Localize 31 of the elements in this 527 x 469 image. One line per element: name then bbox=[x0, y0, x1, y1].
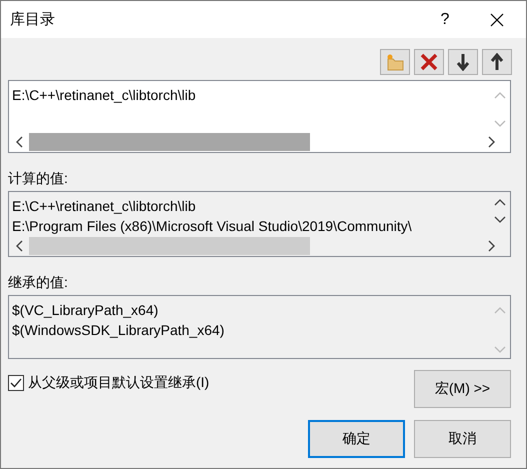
scroll-left-icon[interactable] bbox=[15, 240, 23, 252]
close-icon bbox=[490, 12, 504, 26]
scrollbar-thumb[interactable] bbox=[29, 133, 310, 151]
scroll-left-icon[interactable] bbox=[15, 136, 23, 148]
inherited-line: $(VC_LibraryPath_x64) bbox=[12, 301, 160, 320]
scrollbar-thumb[interactable] bbox=[29, 237, 310, 255]
directory-list[interactable]: E:\C++\retinanet_c\libtorch\lib bbox=[8, 80, 511, 153]
ok-button[interactable]: 确定 bbox=[308, 420, 405, 458]
window-title: 库目录 bbox=[10, 10, 56, 29]
folder-icon bbox=[385, 53, 405, 71]
inherited-label: 继承的值: bbox=[8, 274, 69, 292]
cross-icon bbox=[420, 53, 438, 71]
computed-label: 计算的值: bbox=[8, 170, 69, 188]
computed-line: E:\Program Files (x86)\Microsoft Visual Studio\2019\Community\ bbox=[12, 217, 413, 236]
scroll-right-icon[interactable] bbox=[488, 136, 496, 148]
inherited-line: $(WindowsSDK_LibraryPath_x64) bbox=[12, 321, 226, 340]
scroll-up-icon[interactable] bbox=[494, 198, 506, 206]
macro-button[interactable]: 宏(M) >> bbox=[414, 370, 511, 408]
computed-line: E:\C++\retinanet_c\libtorch\lib bbox=[12, 197, 197, 216]
move-up-button[interactable] bbox=[482, 49, 512, 75]
inherit-checkbox-label: 从父级或项目默认设置继承(I) bbox=[28, 374, 210, 392]
help-button[interactable]: ? bbox=[422, 1, 468, 38]
inherit-checkbox[interactable] bbox=[8, 375, 24, 391]
directory-entry[interactable]: E:\C++\retinanet_c\libtorch\lib bbox=[12, 85, 487, 105]
delete-button[interactable] bbox=[414, 49, 444, 75]
scroll-right-icon[interactable] bbox=[488, 240, 496, 252]
up-arrow-icon bbox=[490, 53, 504, 71]
scroll-down-icon[interactable] bbox=[494, 216, 506, 224]
move-down-button[interactable] bbox=[448, 49, 478, 75]
cancel-button[interactable]: 取消 bbox=[414, 420, 511, 458]
down-arrow-icon bbox=[456, 53, 470, 71]
